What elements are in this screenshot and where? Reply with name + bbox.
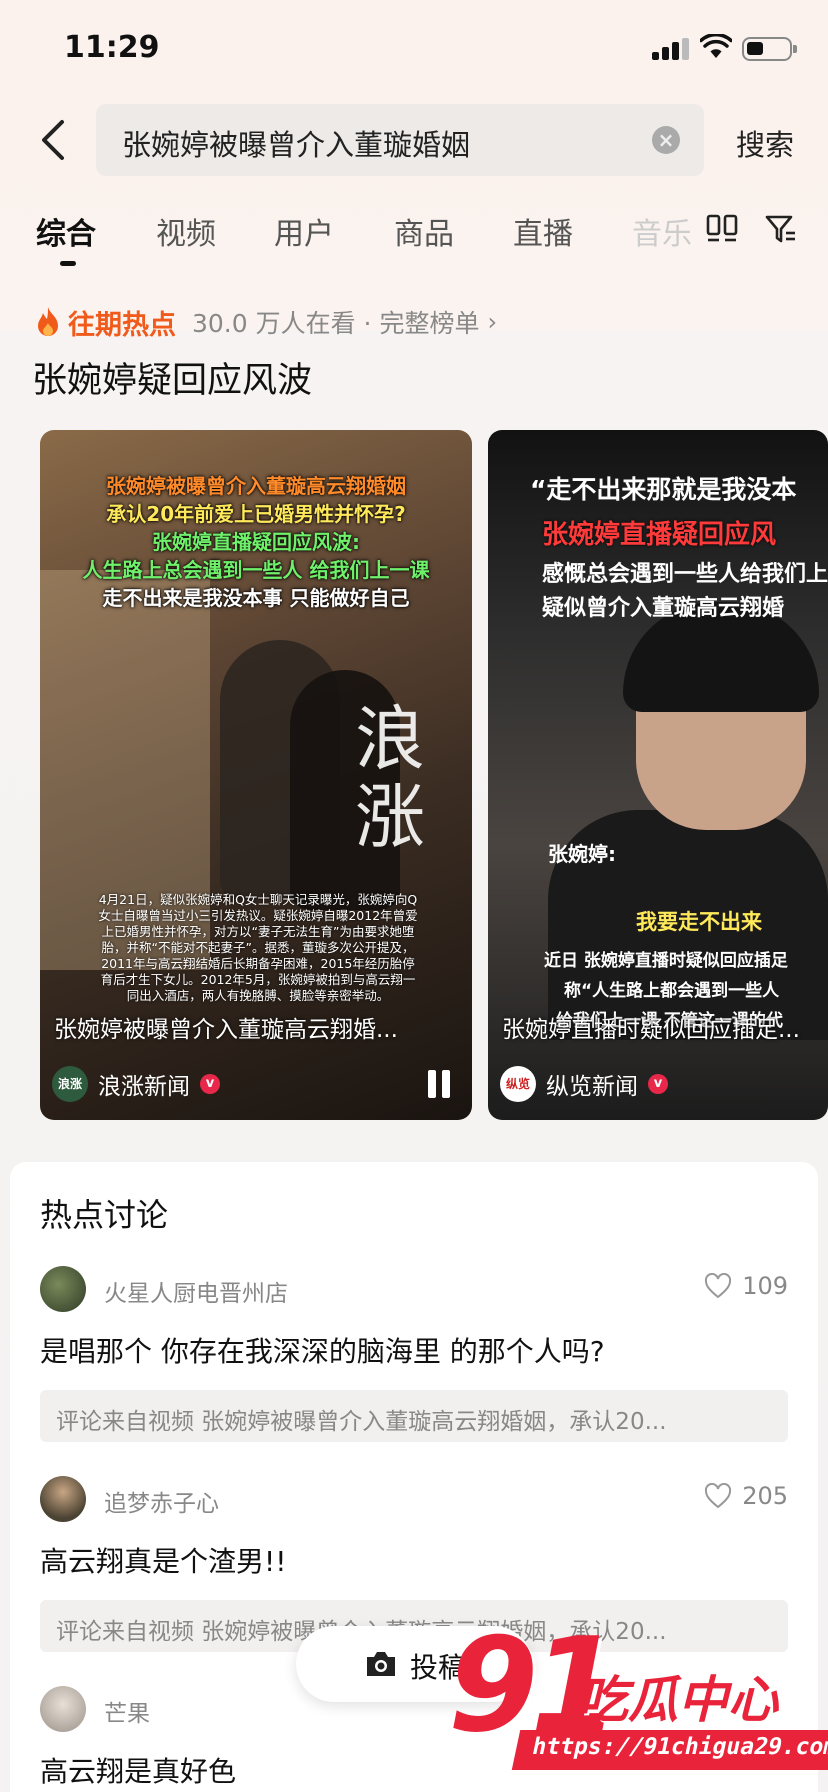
active-tab-indicator — [60, 261, 76, 266]
speaker-quote: 我要走不出来 — [636, 910, 762, 934]
tab-comprehensive[interactable]: 综合 — [36, 209, 96, 253]
hot-header[interactable]: 往期热点 30.0 万人在看 · 完整榜单 › — [34, 302, 497, 342]
video-watermark: 浪涨 — [355, 698, 425, 858]
video-caption-line: 疑似曾介入董璇高云翔婚 — [542, 596, 785, 621]
hot-topic-title: 张婉婷疑回应风波 — [32, 361, 313, 401]
video-caption-line: 走不出来是我没本事 只能做好自己 — [102, 586, 410, 610]
video-caption-line: “走不出来那就是我没本 — [530, 475, 797, 504]
avatar[interactable] — [40, 1686, 86, 1732]
hot-meta[interactable]: 30.0 万人在看 · 完整榜单 — [192, 304, 479, 340]
source-avatar: 纵览 — [500, 1066, 536, 1102]
source-avatar: 浪涨 — [52, 1066, 88, 1102]
video-card[interactable]: “走不出来那就是我没本 张婉婷直播疑回应风 感慨总会遇到一些人给我们上 疑似曾介… — [488, 430, 828, 1120]
verified-badge-icon: v — [200, 1074, 220, 1094]
video-card[interactable]: 张婉婷被曝曾介入董璇高云翔婚姻 承认20年前爱上已婚男性并怀孕? 张婉婷直播疑回… — [40, 430, 472, 1120]
video-caption-line: 承认20年前爱上已婚男性并怀孕? — [106, 502, 406, 526]
filter-icon[interactable] — [764, 213, 798, 245]
wifi-icon — [700, 34, 732, 58]
comment-source-video[interactable]: 评论来自视频 张婉婷被曝曾介入董璇高云翔婚姻，承认20... — [40, 1390, 788, 1442]
status-time: 11:29 — [64, 30, 160, 65]
flame-icon — [38, 307, 58, 336]
tab-music[interactable]: 音乐 — [632, 209, 702, 253]
search-input[interactable]: 张婉婷被曝曾介入董璇婚姻 × — [96, 104, 704, 176]
comment-username[interactable]: 芒果 — [104, 1694, 150, 1728]
watermark-url: https://91chigua29.com — [511, 1730, 828, 1770]
pause-icon[interactable] — [428, 1070, 452, 1098]
video-description-overlay: 4月21日，疑似张婉婷和Q女士聊天记录曝光，张婉婷向Q女士自曝曾当过小三引发热议… — [98, 892, 418, 1003]
video-source[interactable]: 纵览 纵览新闻 v — [500, 1066, 668, 1102]
comment-username[interactable]: 火星人厨电晋州店 — [104, 1274, 288, 1308]
like-button[interactable]: 109 — [704, 1272, 788, 1300]
tab-live[interactable]: 直播 — [513, 209, 573, 253]
video-source[interactable]: 浪涨 浪涨新闻 v — [52, 1066, 220, 1102]
watermark-text: 吃瓜中心 — [578, 1671, 778, 1729]
video-title[interactable]: 张婉婷直播时疑似回应插足... — [502, 1010, 828, 1044]
tab-users[interactable]: 用户 — [274, 209, 334, 253]
source-name[interactable]: 浪涨新闻 — [98, 1067, 190, 1101]
comment-username[interactable]: 追梦赤子心 — [104, 1484, 219, 1518]
like-count: 205 — [742, 1482, 788, 1510]
video-caption-line: 人生路上总会遇到一些人 给我们上一课 — [82, 558, 430, 582]
avatar[interactable] — [40, 1476, 86, 1522]
heart-icon[interactable] — [704, 1273, 732, 1299]
avatar[interactable] — [40, 1266, 86, 1312]
search-query[interactable]: 张婉婷被曝曾介入董璇婚姻 — [122, 122, 470, 164]
battery-icon — [742, 37, 797, 61]
video-body-line: 近日 张婉婷直播时疑似回应插足 — [544, 951, 788, 971]
status-bar: 11:29 — [0, 0, 828, 100]
verified-badge-icon: v — [648, 1074, 668, 1094]
video-caption-line: 感慨总会遇到一些人给我们上 — [542, 562, 828, 587]
video-title[interactable]: 张婉婷被曝曾介入董璇高云翔婚... — [54, 1010, 469, 1044]
chevron-right-icon[interactable]: › — [487, 308, 497, 336]
video-caption-line: 张婉婷被曝曾介入董璇高云翔婚姻 — [106, 474, 406, 498]
video-caption-line: 张婉婷直播疑回应风 — [542, 520, 777, 550]
dual-column-layout-icon[interactable] — [706, 213, 738, 243]
speaker-label: 张婉婷: — [548, 842, 616, 866]
comment-text: 高云翔是真好色 — [40, 1755, 237, 1788]
clear-search-icon[interactable]: × — [652, 126, 680, 154]
like-button[interactable]: 205 — [704, 1482, 788, 1510]
video-body-line: 称“人生路上都会遇到一些人 — [564, 981, 780, 1001]
video-caption-line: 张婉婷直播疑回应风波: — [152, 530, 360, 554]
search-tabs: 综合 视频 用户 商品 直播 音乐 — [0, 205, 828, 275]
heart-icon[interactable] — [704, 1483, 732, 1509]
comment-text: 是唱那个 你存在我深深的脑海里 的那个人吗? — [40, 1335, 605, 1368]
section-title: 热点讨论 — [40, 1196, 169, 1234]
back-arrow-icon[interactable] — [36, 118, 72, 162]
signal-icon — [652, 38, 690, 60]
comment-text: 高云翔真是个渣男!! — [40, 1545, 287, 1578]
tab-products[interactable]: 商品 — [394, 209, 454, 253]
site-watermark: 91 吃瓜中心 https://91chigua29.com — [440, 1620, 828, 1792]
source-name[interactable]: 纵览新闻 — [546, 1067, 638, 1101]
camera-icon — [367, 1652, 395, 1676]
search-button[interactable]: 搜索 — [736, 122, 794, 164]
tab-video[interactable]: 视频 — [156, 209, 216, 253]
hot-tag: 往期热点 — [68, 309, 176, 341]
like-count: 109 — [742, 1272, 788, 1300]
